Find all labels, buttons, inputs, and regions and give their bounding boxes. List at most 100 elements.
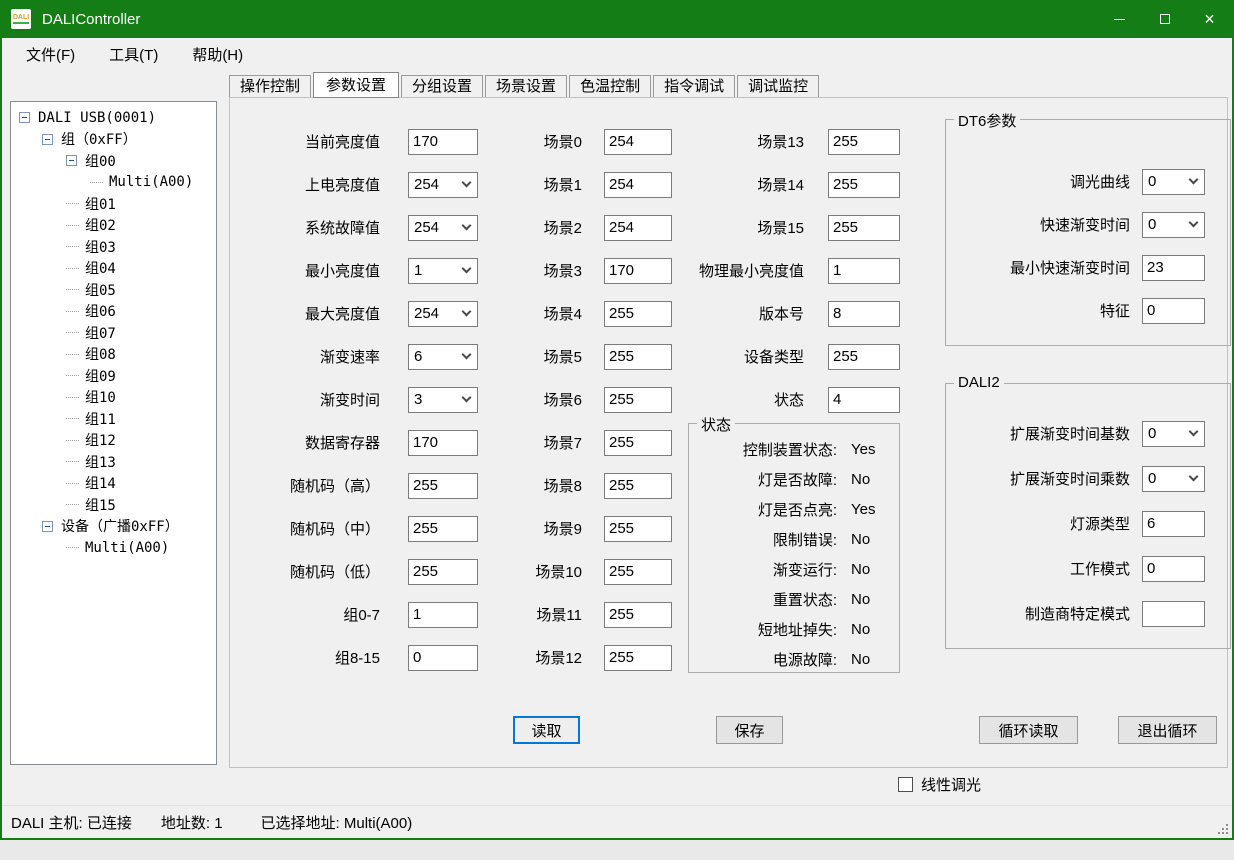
dt6-rows: 调光曲线 0 快速渐变时间 0 最小快速渐变时间 特征	[946, 120, 1230, 332]
min-level-combo[interactable]: 1	[408, 258, 478, 284]
random-code-high-input[interactable]	[408, 473, 478, 499]
collapse-icon[interactable]	[42, 134, 53, 145]
tree-item-group13[interactable]: 组13	[11, 451, 216, 473]
tree-item-group04[interactable]: 组04	[11, 258, 216, 280]
features-input[interactable]	[1142, 298, 1205, 324]
scene15-input[interactable]	[828, 215, 900, 241]
tree-item-group12[interactable]: 组12	[11, 430, 216, 452]
minimize-button[interactable]	[1097, 0, 1142, 38]
close-button[interactable]: ×	[1187, 0, 1232, 38]
loop-read-button[interactable]: 循环读取	[979, 716, 1078, 744]
tab-parameter-settings[interactable]: 参数设置	[313, 72, 399, 98]
scene14-input[interactable]	[828, 172, 900, 198]
tree-item-dali-usb-0001[interactable]: DALI USB(0001)	[11, 107, 216, 129]
chevron-down-icon	[1189, 427, 1199, 437]
fade-rate-combo[interactable]: 6	[408, 344, 478, 370]
chevron-down-icon	[462, 264, 472, 274]
maximize-button[interactable]	[1142, 0, 1187, 38]
current-level-input[interactable]	[408, 129, 478, 155]
read-button[interactable]: 读取	[513, 716, 580, 744]
version-input[interactable]	[828, 301, 900, 327]
tab-grouping-settings[interactable]: 分组设置	[401, 75, 483, 98]
scene13-input[interactable]	[828, 129, 900, 155]
tab-color-temp-control[interactable]: 色温控制	[569, 75, 651, 98]
menu-help[interactable]: 帮助(H)	[178, 40, 257, 69]
menu-file[interactable]: 文件(F)	[12, 40, 89, 69]
data-register-input[interactable]	[408, 430, 478, 456]
operating-mode-input[interactable]	[1142, 556, 1205, 582]
field-row: 设备类型	[658, 335, 900, 378]
collapse-icon[interactable]	[42, 521, 53, 532]
tree-item-group14[interactable]: 组14	[11, 473, 216, 495]
scene10-input[interactable]	[604, 559, 672, 585]
tab-command-debug[interactable]: 指令调试	[653, 75, 735, 98]
field-label: 扩展渐变时间基数	[954, 423, 1130, 444]
dimming-curve-combo[interactable]: 0	[1142, 169, 1205, 195]
scene7-input[interactable]	[604, 430, 672, 456]
scene9-input[interactable]	[604, 516, 672, 542]
min-fast-fade-time-input[interactable]	[1142, 255, 1205, 281]
scene8-input[interactable]	[604, 473, 672, 499]
param-column-2: 场景0 场景1 场景2 场景3 场景4 场景5 场景6 场景7 场景8 场景9 …	[502, 120, 672, 679]
random-code-mid-input[interactable]	[408, 516, 478, 542]
tree-item-group02[interactable]: 组02	[11, 215, 216, 237]
light-source-type-input[interactable]	[1142, 511, 1205, 537]
linear-dimming-checkbox[interactable]	[898, 777, 913, 792]
device-type-input[interactable]	[828, 344, 900, 370]
fast-fade-time-combo[interactable]: 0	[1142, 212, 1205, 238]
save-button[interactable]: 保存	[716, 716, 783, 744]
statusbar-address-count: 地址数: 1	[161, 812, 223, 833]
collapse-icon[interactable]	[66, 155, 77, 166]
system-failure-level-combo[interactable]: 254	[408, 215, 478, 241]
exit-loop-button[interactable]: 退出循环	[1118, 716, 1217, 744]
resize-grip-icon[interactable]	[1216, 822, 1229, 835]
random-code-low-input[interactable]	[408, 559, 478, 585]
tree-item-group-0xff[interactable]: 组（0xFF）	[11, 129, 216, 151]
tree-item-group01[interactable]: 组01	[11, 193, 216, 215]
field-row: 最小快速渐变时间	[946, 246, 1230, 289]
tree-item-group00[interactable]: 组00	[11, 150, 216, 172]
scene11-input[interactable]	[604, 602, 672, 628]
fade-time-combo[interactable]: 3	[408, 387, 478, 413]
manufacturer-mode-input[interactable]	[1142, 601, 1205, 627]
power-on-level-combo[interactable]: 254	[408, 172, 478, 198]
field-label: 快速渐变时间	[954, 214, 1130, 235]
group-8-15-input[interactable]	[408, 645, 478, 671]
group-0-7-input[interactable]	[408, 602, 478, 628]
tree-item-device-multi-a00[interactable]: Multi(A00)	[11, 537, 216, 559]
phys-min-level-input[interactable]	[828, 258, 900, 284]
status-label: 电源故障:	[699, 649, 837, 670]
tab-scene-settings[interactable]: 场景设置	[485, 75, 567, 98]
tree-item-multi-a00[interactable]: Multi(A00)	[11, 172, 216, 194]
max-level-combo[interactable]: 254	[408, 301, 478, 327]
tree-item-group05[interactable]: 组05	[11, 279, 216, 301]
tree-connector	[66, 504, 79, 505]
combo-value: 3	[414, 391, 463, 408]
tree-item-group03[interactable]: 组03	[11, 236, 216, 258]
app-window: DALI DALIController × 文件(F) 工具(T) 帮助(H) …	[0, 0, 1234, 840]
ext-fade-time-mult-combo[interactable]: 0	[1142, 466, 1205, 492]
tree-item-group10[interactable]: 组10	[11, 387, 216, 409]
tree-item-label: 组13	[85, 452, 116, 472]
tree-item-group15[interactable]: 组15	[11, 494, 216, 516]
menu-tools[interactable]: 工具(T)	[95, 40, 172, 69]
tab-debug-monitor[interactable]: 调试监控	[737, 75, 819, 98]
scene12-input[interactable]	[604, 645, 672, 671]
tab-operation-control[interactable]: 操作控制	[229, 75, 311, 98]
ext-fade-time-base-combo[interactable]: 0	[1142, 421, 1205, 447]
collapse-icon[interactable]	[19, 112, 30, 123]
field-label: 制造商特定模式	[954, 603, 1130, 624]
tree-item-label: Multi(A00)	[85, 540, 169, 556]
status-input[interactable]	[828, 387, 900, 413]
tree-item-device-broadcast-0xff[interactable]: 设备（广播0xFF）	[11, 516, 216, 538]
chevron-down-icon	[462, 350, 472, 360]
statusbar-host: DALI 主机: 已连接	[11, 812, 132, 833]
tree-item-group08[interactable]: 组08	[11, 344, 216, 366]
status-row-limit-error: 限制错误:No	[689, 524, 899, 554]
tree-item-group07[interactable]: 组07	[11, 322, 216, 344]
field-row: 组8-15	[250, 636, 478, 679]
tree-item-group11[interactable]: 组11	[11, 408, 216, 430]
tree-item-label: DALI USB(0001)	[38, 110, 156, 126]
tree-item-group09[interactable]: 组09	[11, 365, 216, 387]
tree-item-group06[interactable]: 组06	[11, 301, 216, 323]
